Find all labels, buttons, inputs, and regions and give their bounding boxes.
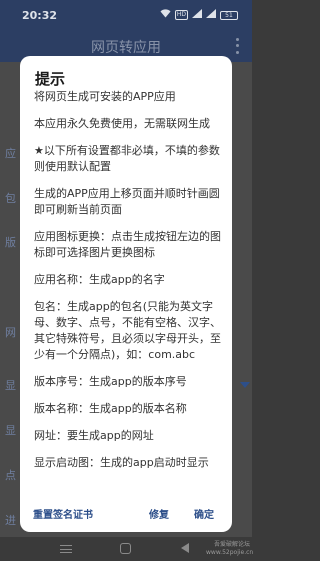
tips-dialog: 提示 将网页生成可安装的APP应用 本应用永久免费使用，无需联网生成 ★以下所有… — [20, 56, 232, 532]
repair-button[interactable]: 修复 — [149, 506, 169, 521]
signal-icon — [206, 9, 216, 21]
watermark: 吾爱破解论坛 www.52pojie.cn — [206, 541, 254, 556]
signal-badge: HD — [174, 10, 188, 20]
status-bar: 20:32 HD 51 — [0, 0, 252, 30]
dialog-paragraph: 生成的APP应用上移页面并顺时针画圆即可刷新当前页面 — [34, 187, 220, 216]
background-label: 显 — [5, 424, 16, 437]
background-label: 点 — [5, 469, 16, 482]
dialog-paragraph: 包名：生成app的包名(只能为英文字母、数字、点号，不能有空格、汉字、其它特殊符… — [34, 300, 221, 361]
dialog-paragraph: 网址：要生成app的网址 — [34, 429, 154, 442]
overflow-menu-icon[interactable] — [232, 36, 242, 56]
dialog-body[interactable]: 将网页生成可安装的APP应用 本应用永久免费使用，无需联网生成 ★以下所有设置都… — [34, 89, 222, 497]
dropdown-arrow-icon — [240, 382, 250, 388]
nav-menu-icon[interactable] — [60, 545, 72, 553]
wifi-icon — [160, 9, 171, 21]
background-label: 版 — [5, 236, 16, 249]
background-label: 包 — [5, 192, 16, 205]
background-label: 进 — [5, 514, 16, 527]
battery-icon: 51 — [220, 10, 238, 20]
dialog-paragraph: 本应用永久免费使用，无需联网生成 — [34, 117, 210, 130]
app-title: 网页转应用 — [91, 40, 161, 56]
dialog-paragraph: 显示启动图：生成的app启动时显示 — [34, 456, 209, 469]
status-time: 20:32 — [22, 9, 58, 22]
dialog-paragraph: ★以下所有设置都非必填，不填的参数则使用默认配置 — [34, 144, 220, 173]
signal-icon — [192, 9, 202, 21]
dialog-actions: 重置签名证书 修复 确定 — [20, 500, 232, 530]
dialog-paragraph: 应用名称：生成app的名字 — [34, 273, 165, 286]
dialog-paragraph: 将网页生成可安装的APP应用 — [34, 90, 176, 103]
dialog-paragraph: 版本序号：生成app的版本序号 — [34, 375, 187, 388]
dialog-title: 提示 — [35, 70, 66, 88]
nav-back-icon[interactable] — [181, 543, 189, 553]
background-label: 网 — [5, 326, 16, 339]
nav-home-icon[interactable] — [120, 543, 131, 554]
confirm-button[interactable]: 确定 — [194, 506, 214, 521]
status-icons: HD 51 — [160, 9, 238, 21]
dialog-paragraph: 应用图标更换：点击生成按钮左边的图标即可选择图片更换图标 — [34, 230, 221, 259]
background-label: 应 — [5, 147, 16, 160]
dialog-paragraph: 版本名称：生成app的版本名称 — [34, 402, 187, 415]
background-label: 显 — [5, 379, 16, 392]
reset-cert-button[interactable]: 重置签名证书 — [33, 506, 93, 521]
